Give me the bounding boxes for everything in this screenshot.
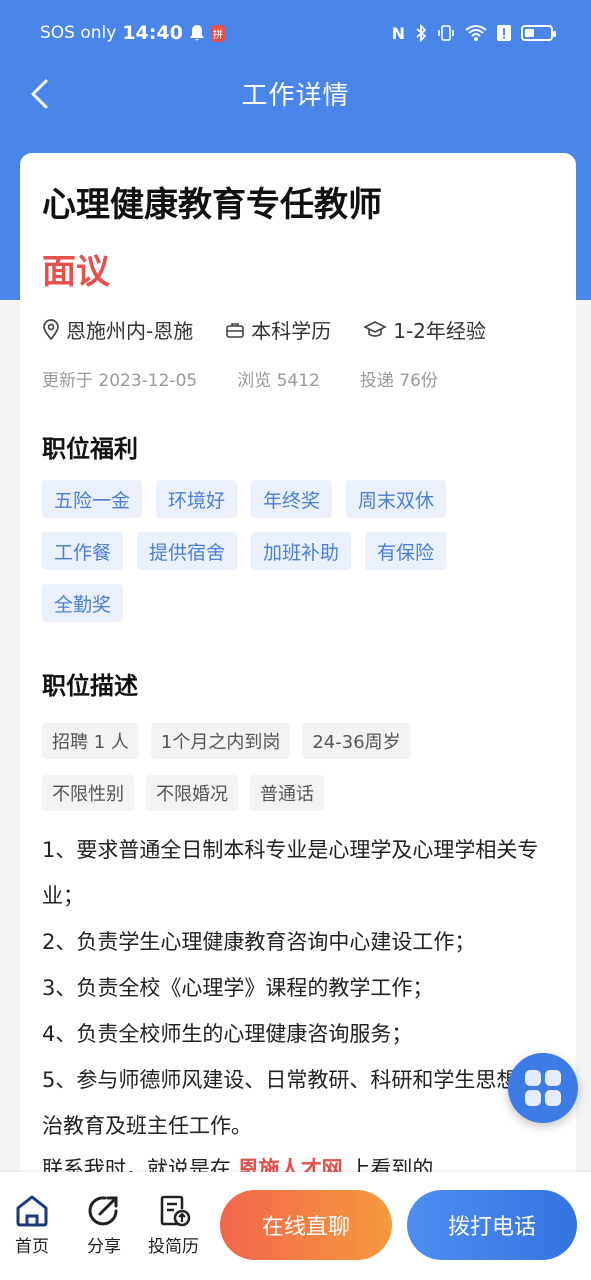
carrier-text: SOS only bbox=[40, 23, 117, 43]
tab-home[interactable]: 首页 bbox=[14, 1194, 50, 1257]
view-count: 浏览 5412 bbox=[237, 371, 320, 391]
alert-icon bbox=[497, 25, 511, 41]
education-item: 本科学历 bbox=[225, 315, 331, 344]
benefit-tag: 提供宿舍 bbox=[137, 532, 238, 570]
job-meta: 恩施州内-恩施 本科学历 1-2年经验 bbox=[42, 315, 554, 344]
bluetooth-icon bbox=[416, 24, 427, 42]
description-line: 2、负责学生心理健康教育咨询中心建设工作； bbox=[42, 930, 476, 954]
job-detail-card: 心理健康教育专任教师 面议 恩施州内-恩施 本科学历 1-2年经验 更新于 20… bbox=[20, 153, 576, 1183]
location-pin-icon bbox=[43, 318, 59, 340]
experience-item: 1-2年经验 bbox=[363, 315, 486, 344]
app-notification-icon: 拼 bbox=[210, 24, 225, 42]
salary: 面议 bbox=[42, 252, 110, 292]
call-phone-button[interactable]: 拨打电话 bbox=[407, 1190, 577, 1260]
job-description: 1、要求普通全日制本科专业是心理学及心理学相关专业； 2、负责学生心理健康教育咨… bbox=[42, 827, 554, 1149]
resume-upload-icon bbox=[160, 1195, 190, 1227]
vibrate-icon bbox=[438, 25, 454, 41]
status-right: N bbox=[391, 23, 556, 43]
location-text: 恩施州内-恩施 bbox=[66, 319, 194, 343]
benefits-tags: 五险一金 环境好 年终奖 周末双休 工作餐 提供宿舍 加班补助 有保险 全勤奖 bbox=[42, 480, 492, 636]
description-line: 1、要求普通全日制本科专业是心理学及心理学相关专业； bbox=[42, 838, 539, 908]
tab-resume[interactable]: 投简历 bbox=[148, 1194, 199, 1257]
benefit-tag: 加班补助 bbox=[251, 532, 352, 570]
grid-icon bbox=[525, 1070, 561, 1106]
share-icon bbox=[88, 1196, 118, 1226]
tab-home-label: 首页 bbox=[15, 1237, 49, 1257]
benefit-tag: 全勤奖 bbox=[42, 584, 124, 622]
bell-icon bbox=[189, 25, 204, 41]
benefit-tag: 年终奖 bbox=[251, 480, 333, 518]
benefits-title: 职位福利 bbox=[42, 435, 138, 463]
requirement-tag: 24-36周岁 bbox=[302, 723, 411, 759]
requirement-tags: 招聘 1 人 1个月之内到岗 24-36周岁 不限性别 不限婚况 普通话 bbox=[42, 723, 462, 827]
benefit-tag: 周末双休 bbox=[346, 480, 447, 518]
bottom-action-bar: 首页 分享 投简历 在线直聊 拨打电话 bbox=[0, 1172, 591, 1280]
job-stats: 更新于 2023-12-05 浏览 5412 投递 76份 bbox=[42, 366, 554, 391]
application-count: 投递 76份 bbox=[359, 371, 438, 391]
status-left: SOS only 14:40 拼 bbox=[40, 22, 225, 44]
experience-text: 1-2年经验 bbox=[393, 319, 486, 343]
home-icon bbox=[16, 1195, 48, 1227]
benefit-tag: 有保险 bbox=[365, 532, 447, 570]
briefcase-icon bbox=[226, 322, 245, 338]
nfc-icon: N bbox=[391, 23, 405, 43]
location-item: 恩施州内-恩施 bbox=[42, 315, 193, 344]
graduation-cap-icon bbox=[363, 320, 388, 337]
back-button[interactable] bbox=[20, 74, 60, 114]
description-line: 5、参与师德师风建设、日常教研、科研和学生思想政治教育及班主任工作。 bbox=[42, 1068, 539, 1138]
requirement-tag: 招聘 1 人 bbox=[42, 723, 139, 759]
updated-date: 更新于 2023-12-05 bbox=[42, 371, 198, 391]
requirement-tag: 不限性别 bbox=[42, 775, 134, 811]
battery-icon bbox=[521, 25, 556, 41]
status-bar: SOS only 14:40 拼 N bbox=[0, 0, 591, 66]
benefit-tag: 工作餐 bbox=[42, 532, 124, 570]
tab-share-label: 分享 bbox=[87, 1237, 121, 1257]
requirement-tag: 普通话 bbox=[250, 775, 324, 811]
tab-share[interactable]: 分享 bbox=[86, 1194, 122, 1257]
floating-menu-button[interactable] bbox=[508, 1053, 578, 1123]
benefit-tag: 环境好 bbox=[156, 480, 238, 518]
clock: 14:40 bbox=[122, 22, 183, 44]
wifi-icon bbox=[465, 25, 487, 41]
requirement-tag: 1个月之内到岗 bbox=[150, 723, 291, 759]
page-title: 工作详情 bbox=[241, 80, 350, 111]
description-title: 职位描述 bbox=[42, 672, 138, 700]
education-text: 本科学历 bbox=[251, 319, 332, 343]
tab-resume-label: 投简历 bbox=[148, 1237, 199, 1257]
back-arrow-icon bbox=[31, 79, 48, 109]
requirement-tag: 不限婚况 bbox=[146, 775, 238, 811]
online-chat-button[interactable]: 在线直聊 bbox=[220, 1190, 392, 1260]
job-title: 心理健康教育专任教师 bbox=[42, 185, 382, 225]
nav-bar: 工作详情 bbox=[0, 66, 591, 120]
description-line: 3、负责全校《心理学》课程的教学工作； bbox=[42, 976, 434, 1000]
benefit-tag: 五险一金 bbox=[42, 480, 143, 518]
description-line: 4、负责全校师生的心理健康咨询服务； bbox=[42, 1022, 413, 1046]
